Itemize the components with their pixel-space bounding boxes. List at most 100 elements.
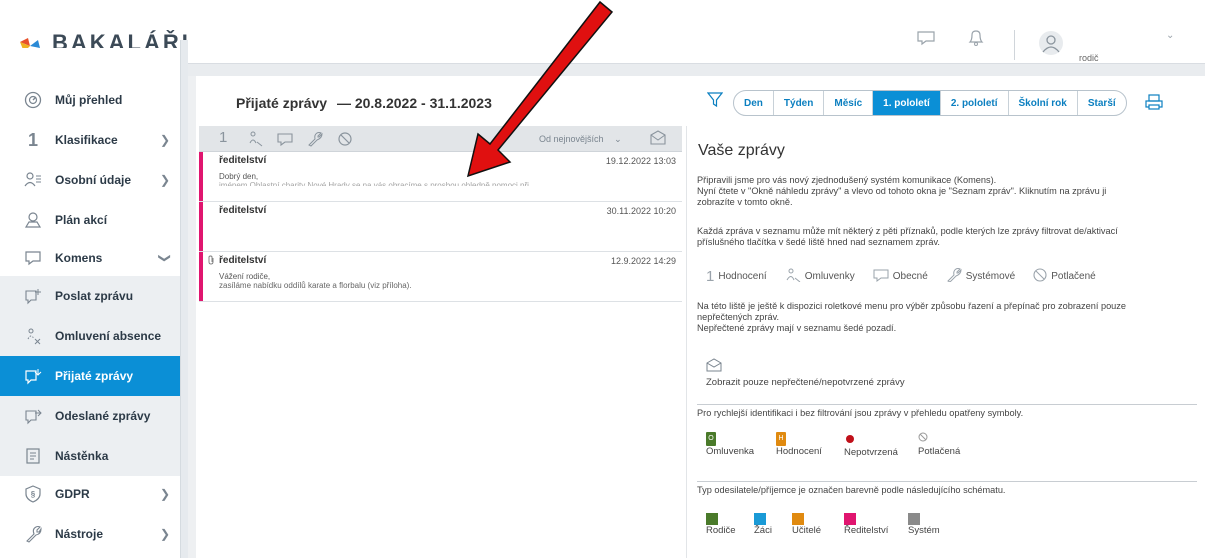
sidebar-item-received-messages[interactable]: Přijaté zprávy: [0, 356, 188, 396]
sidebar-item-excuse-absence[interactable]: Omluvení absence: [0, 316, 180, 356]
flag-label: Hodnocení: [718, 271, 767, 282]
symbol-excuse: O Omluvenka: [706, 432, 754, 457]
message-preview-line2: zasíláme nabídku oddílů karate a florbal…: [219, 281, 412, 290]
sender-color-headmaster: Ředitelství: [844, 513, 888, 536]
period-school-year-button[interactable]: Školní rok: [1009, 91, 1078, 115]
filter-grades-icon[interactable]: 1: [219, 129, 227, 146]
map-pin-icon: [22, 210, 44, 230]
flag-suppressed: Potlačené: [1033, 268, 1096, 285]
preview-intro: Připravili jsme pro vás nový zjednodušen…: [697, 175, 1197, 208]
preview-title: Vaše zprávy: [698, 142, 785, 159]
flag-label: Obecné: [892, 271, 928, 282]
filter-suppressed-icon[interactable]: [337, 131, 353, 150]
symbol-label: Potlačená: [918, 446, 961, 457]
filter-excuses-icon[interactable]: [247, 131, 263, 150]
sidebar-divider: [180, 40, 188, 558]
sidebar-item-tools[interactable]: Nástroje ❯: [0, 514, 180, 554]
people-icon: [22, 170, 44, 190]
sidebar-item-komens[interactable]: Komens ❯: [0, 238, 180, 278]
chat-icon: [873, 268, 889, 285]
sidebar-item-grades[interactable]: 1 Klasifikace ❯: [0, 120, 180, 160]
symbol-grade: H Hodnocení: [776, 432, 822, 457]
period-month-button[interactable]: Měsíc: [824, 91, 874, 115]
symbol-label: Nepotvrzená: [844, 447, 898, 458]
sidebar-item-gdpr[interactable]: § GDPR ❯: [0, 474, 180, 514]
sender-type-bar: [199, 202, 203, 251]
preview-text-line: Každá zpráva v seznamu může mít některý …: [697, 226, 1118, 236]
wrench-icon: [946, 268, 962, 285]
chevron-right-icon: ❯: [160, 133, 171, 147]
flag-excuses: Omluvenky: [785, 268, 855, 285]
divider: [697, 404, 1197, 405]
message-row[interactable]: ředitelství 12.9.2022 14:29 Vážení rodič…: [199, 252, 682, 302]
unread-toggle-icon[interactable]: [649, 130, 667, 149]
message-sender: ředitelství: [219, 205, 267, 216]
unconfirmed-dot-icon: [846, 435, 854, 443]
preview-sender-colors-explanation: Typ odesilatele/příjemce je označen bare…: [697, 485, 1006, 495]
user-menu-chevron-icon[interactable]: ⌄: [1166, 30, 1174, 41]
sender-type-bar: [199, 252, 203, 301]
sidebar-item-events-plan[interactable]: Plán akcí: [0, 200, 180, 240]
preview-text-line: Na této liště je ještě k dispozici rolet…: [697, 301, 1126, 311]
logo-mark-icon: [20, 38, 40, 48]
preview-text-line: Nyní čtete v "Okně náhledu zprávy" a vle…: [697, 186, 1107, 196]
sidebar-item-my-overview[interactable]: Můj přehled: [0, 80, 180, 120]
sender-color-parents: Rodiče: [706, 513, 736, 536]
flag-legend: 1 Hodnocení Omluvenky Obecné Systémové Po…: [706, 268, 1096, 285]
preview-symbols-explanation: Pro rychlejší identifikaci i bez filtrov…: [697, 408, 1024, 418]
flag-label: Systémové: [965, 271, 1016, 282]
excuse-icon: [785, 268, 801, 285]
message-row[interactable]: ředitelství 30.11.2022 10:20: [199, 202, 682, 252]
symbol-label: Omluvenka: [706, 446, 755, 457]
filter-general-icon[interactable]: [277, 131, 293, 150]
sidebar-item-sent-messages[interactable]: Odeslané zprávy: [0, 396, 180, 436]
sidebar-item-label: Nástěnka: [55, 449, 109, 463]
preview-text-line: Připravili jsme pro vás nový zjednodušen…: [697, 175, 997, 185]
grade-one-icon: 1: [706, 268, 715, 285]
period-second-half-button[interactable]: 2. pololetí: [941, 91, 1009, 115]
message-sender: ředitelství: [219, 255, 267, 266]
preview-text-line: příslušného tlačítka v šedé liště hned n…: [697, 237, 940, 247]
filter-system-icon[interactable]: [307, 131, 323, 150]
user-avatar-icon[interactable]: [1038, 30, 1064, 61]
chevron-right-icon: ❯: [160, 527, 171, 541]
bakalari-logo[interactable]: BAKALÁŘI: [18, 26, 191, 48]
top-bar: rodič ⌄: [188, 0, 1205, 64]
inbox-icon: [22, 366, 44, 386]
sidebar-item-noticeboard[interactable]: Nástěnka: [0, 436, 180, 476]
page-title: Přijaté zprávy — 20.8.2022 - 31.1.2023: [236, 95, 492, 111]
wrench-icon: [22, 524, 44, 544]
gauge-icon: [22, 90, 44, 110]
filter-icon[interactable]: [707, 92, 723, 108]
sidebar-item-label: Přijaté zprávy: [55, 369, 134, 383]
period-first-half-button[interactable]: 1. pololetí: [873, 91, 941, 115]
preview-flags-explanation: Každá zpráva v seznamu může mít některý …: [697, 226, 1197, 248]
sidebar-item-label: Omluvení absence: [55, 329, 162, 343]
sidebar-item-label: GDPR: [55, 487, 90, 501]
notifications-icon[interactable]: [966, 28, 986, 51]
flag-label: Potlačené: [1051, 271, 1096, 282]
grade-one-icon: 1: [27, 129, 38, 150]
sidebar-item-send-message[interactable]: Poslat zprávu: [0, 276, 180, 316]
message-date: 12.9.2022 14:29: [610, 256, 676, 266]
sent-icon: [22, 406, 44, 426]
print-icon[interactable]: [1145, 94, 1163, 110]
user-role: rodič: [1079, 53, 1099, 63]
period-day-button[interactable]: Den: [734, 91, 774, 115]
sender-color-label: Ředitelství: [844, 525, 889, 536]
message-preview-line1: Dobrý den,: [219, 172, 259, 181]
period-week-button[interactable]: Týden: [774, 91, 825, 115]
sidebar: BAKALÁŘI Můj přehled 1 Klasifikace ❯ Oso…: [0, 0, 188, 558]
sidebar-item-label: Poslat zprávu: [55, 289, 134, 303]
unread-envelope-icon: [706, 358, 722, 372]
messages-icon[interactable]: [916, 28, 936, 51]
sidebar-item-personal-data[interactable]: Osobní údaje ❯: [0, 160, 180, 200]
message-preview-line1: Vážení rodiče,: [219, 272, 271, 281]
sidebar-item-label: Odeslané zprávy: [55, 409, 151, 423]
chevron-right-icon: ❯: [160, 173, 171, 187]
attachment-icon: [207, 255, 215, 267]
message-sender: ředitelství: [219, 155, 267, 166]
sender-color-label: Rodiče: [706, 525, 736, 536]
period-older-button[interactable]: Starší: [1078, 91, 1126, 115]
suppressed-icon: [1033, 268, 1047, 285]
